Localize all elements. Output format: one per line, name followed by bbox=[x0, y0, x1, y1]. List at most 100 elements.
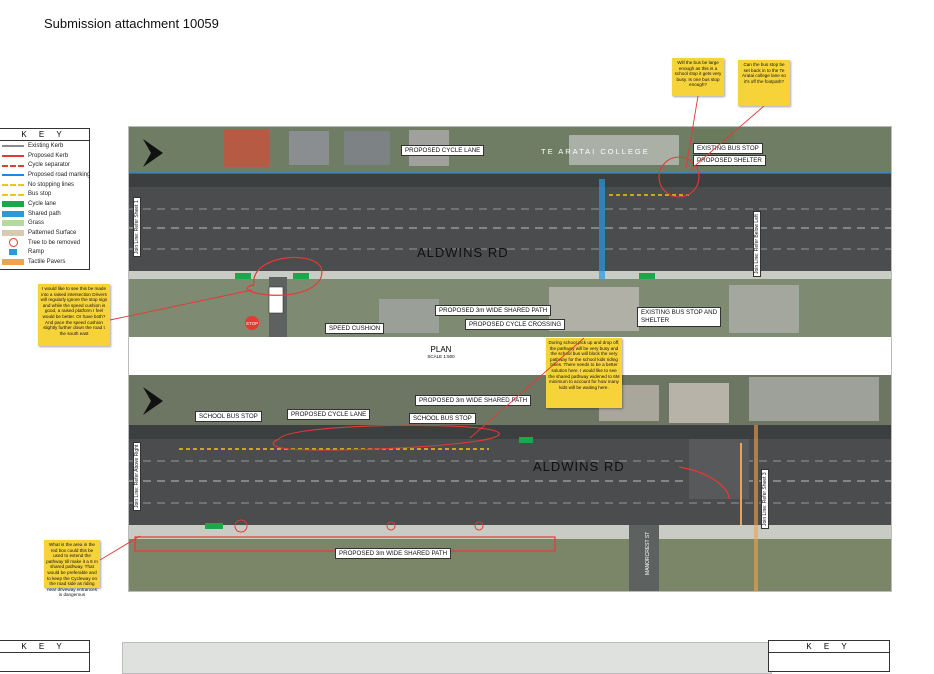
label-line: SHELTER bbox=[641, 317, 670, 324]
label-school-bus-stop: SCHOOL BUS STOP bbox=[409, 413, 476, 424]
legend-swatch bbox=[9, 249, 17, 256]
legend-swatch bbox=[2, 164, 24, 167]
label-cycle-crossing: PROPOSED CYCLE CROSSING bbox=[465, 319, 566, 330]
label-shared-path: PROPOSED 3m WIDE SHARED PATH bbox=[335, 548, 452, 559]
label-school-bus-stop: SCHOOL BUS STOP bbox=[195, 411, 262, 422]
plan-drawing: STOP bbox=[129, 127, 891, 591]
legend-label: Ramp bbox=[28, 249, 45, 256]
legend-item: No stopping lines bbox=[0, 180, 89, 190]
legend-swatch bbox=[2, 200, 24, 207]
roof bbox=[344, 131, 390, 165]
legend-item: Patterned Surface bbox=[0, 228, 89, 238]
roof bbox=[379, 299, 439, 333]
legend-bottom-right: K E Y bbox=[768, 640, 890, 672]
legend-item: Shared path bbox=[0, 209, 89, 219]
speed-cushion bbox=[268, 286, 284, 314]
legend-label: No stopping lines bbox=[28, 181, 75, 188]
legend-label: Proposed Kerb bbox=[28, 152, 69, 159]
label-speed-cushion: SPEED CUSHION bbox=[325, 323, 385, 334]
label-shared-path: PROPOSED 3m WIDE SHARED PATH bbox=[435, 305, 552, 316]
legend-item: Cycle separator bbox=[0, 160, 89, 170]
label-proposed-cycle-lane: PROPOSED CYCLE LANE bbox=[287, 409, 371, 420]
legend-label: Shared path bbox=[28, 210, 61, 217]
legend-heading: K E Y bbox=[0, 641, 89, 653]
side-road-manorcrest bbox=[629, 525, 659, 591]
legend-swatch bbox=[2, 145, 24, 148]
cycle-lane-patch bbox=[205, 523, 223, 529]
legend-item: Proposed Kerb bbox=[0, 151, 89, 161]
legend-swatch bbox=[2, 174, 24, 177]
label-line: EXISTING BUS STOP AND bbox=[641, 309, 718, 316]
legend-heading: K E Y bbox=[769, 641, 889, 653]
plan-gap bbox=[129, 339, 891, 375]
legend-bottom-left: K E Y bbox=[0, 640, 90, 672]
sticky-note: I would like to see this be made into a … bbox=[38, 284, 110, 346]
legend-label: Patterned Surface bbox=[28, 230, 77, 237]
legend-label: Tree to be removed bbox=[28, 239, 81, 246]
legend-left: K E Y Existing Kerb Proposed Kerb Cycle se… bbox=[0, 128, 90, 270]
cycle-lane-bottom bbox=[129, 425, 891, 439]
legend-item: Cycle lane bbox=[0, 199, 89, 209]
stop-sign-text: STOP bbox=[246, 321, 258, 326]
legend-heading: K E Y bbox=[0, 129, 89, 141]
legend-label: Proposed road marking bbox=[28, 171, 91, 178]
aerial-houses-bottom bbox=[129, 539, 891, 591]
match-line-label: Join Line: Refer Sheet 1 bbox=[133, 197, 141, 257]
cycle-lane-patch bbox=[639, 273, 655, 279]
sticky-note: Will the bus be large enough as this is … bbox=[672, 58, 724, 96]
legend-swatch bbox=[2, 220, 24, 227]
sticky-note: During school pick up and drop off, the … bbox=[546, 338, 622, 408]
legend-rows: Existing Kerb Proposed Kerb Cycle separato… bbox=[0, 141, 91, 267]
cycle-lane-patch bbox=[235, 273, 251, 279]
legend-item: Bus stop bbox=[0, 189, 89, 199]
label-proposed-shelter: PROPOSED SHELTER bbox=[693, 155, 766, 166]
legend-label: Tactile Pavers bbox=[28, 259, 66, 266]
plan-title: PLAN SCALE 1:500 bbox=[421, 345, 461, 359]
cycle-lane-patch bbox=[519, 437, 533, 443]
legend-label: Cycle separator bbox=[28, 162, 71, 169]
legend-item: Tree to be removed bbox=[0, 238, 89, 248]
legend-swatch bbox=[2, 259, 24, 266]
match-line-label: Join Line: Refer Above Right bbox=[133, 441, 141, 511]
roof bbox=[749, 377, 879, 421]
crossing bbox=[599, 179, 605, 279]
label-existing-bus-stop-shelter: EXISTING BUS STOP AND SHELTER bbox=[637, 307, 722, 327]
roof bbox=[289, 131, 329, 165]
label-proposed-cycle-lane: PROPOSED CYCLE LANE bbox=[401, 145, 485, 156]
legend-label: Bus stop bbox=[28, 191, 52, 198]
road-name: ALDWINS RD bbox=[533, 459, 625, 474]
road-name: ALDWINS RD bbox=[417, 245, 509, 260]
sticky-note: Can the bus stop be set back in to the T… bbox=[738, 60, 790, 106]
legend-swatch bbox=[2, 193, 24, 196]
legend-item: Proposed road marking bbox=[0, 170, 91, 180]
street-label: MANORCREST ST bbox=[645, 531, 651, 575]
roof bbox=[729, 285, 799, 333]
legend-label: Cycle lane bbox=[28, 200, 57, 207]
page-title: Submission attachment 10059 bbox=[44, 16, 219, 31]
legend-item: Existing Kerb bbox=[0, 141, 89, 151]
match-line-label: Join Line: Refer Below Left bbox=[753, 211, 761, 277]
legend-label: Existing Kerb bbox=[28, 142, 64, 149]
plan-scale: SCALE 1:500 bbox=[427, 354, 455, 359]
tactile-pavers bbox=[754, 425, 758, 591]
road-top bbox=[129, 187, 891, 271]
match-line-label: Join Line: Refer Sheet 3 bbox=[761, 469, 769, 529]
legend-swatch bbox=[2, 184, 24, 187]
plan-sheet: STOP TE ARATAI COLLEGE ALDWINS RD ALDWIN… bbox=[128, 126, 892, 592]
legend-label: Grass bbox=[28, 220, 45, 227]
legend-swatch bbox=[2, 210, 24, 217]
legend-item: Ramp bbox=[0, 248, 89, 258]
plan-label: PLAN bbox=[430, 345, 452, 354]
cycle-lane-top bbox=[129, 173, 891, 187]
roof bbox=[669, 383, 729, 423]
cycle-lane-patch bbox=[293, 273, 309, 279]
road-bottom bbox=[129, 439, 891, 525]
legend-swatch bbox=[2, 155, 24, 158]
legend-item: Tactile Pavers bbox=[0, 257, 89, 267]
label-existing-bus-stop: EXISTING BUS STOP bbox=[693, 143, 763, 154]
legend-swatch bbox=[2, 230, 24, 237]
roof bbox=[224, 129, 269, 167]
legend-swatch bbox=[9, 238, 18, 248]
sticky-note: What is the area in the red box could th… bbox=[44, 540, 100, 597]
label-shared-path: PROPOSED 3m WIDE SHARED PATH bbox=[415, 395, 532, 406]
